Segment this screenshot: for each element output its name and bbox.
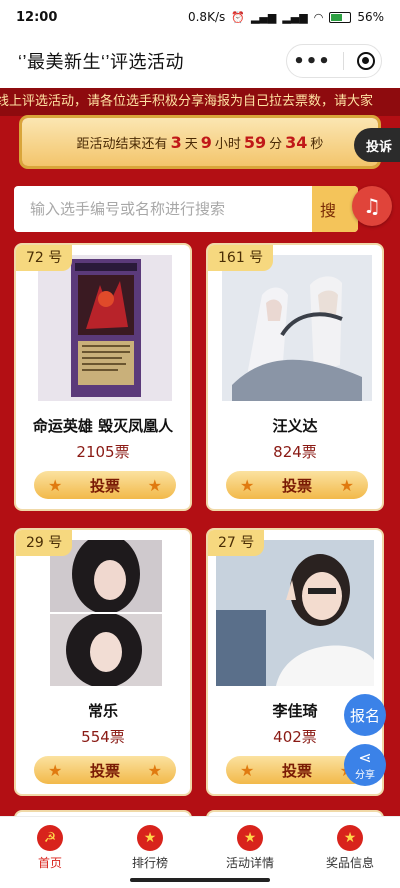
status-time: 12:00 bbox=[16, 9, 58, 25]
flag-icon: ★ bbox=[237, 825, 263, 851]
contestant-card[interactable]: 29 号 常乐 554票 ★ 投票 ★ bbox=[14, 528, 192, 796]
contestant-votes: 554票 bbox=[81, 728, 125, 746]
music-note-icon: ♫ bbox=[363, 194, 381, 218]
home-indicator[interactable] bbox=[130, 878, 270, 882]
close-miniapp-icon[interactable] bbox=[356, 52, 375, 70]
vote-button-label: 投票 bbox=[281, 476, 312, 495]
nav-label: 首页 bbox=[37, 856, 62, 870]
alarm-icon: ⏰ bbox=[231, 10, 245, 24]
contestant-name: 命运英雄 毁灭凤凰人 bbox=[32, 417, 174, 435]
vote-button-label: 投票 bbox=[281, 761, 312, 780]
star-icon: ★ bbox=[48, 760, 63, 780]
miniapp-capsule: ••• bbox=[286, 44, 382, 78]
countdown-prefix: 距活动结束还有 bbox=[76, 136, 168, 152]
battery-percent: 56% bbox=[357, 10, 384, 24]
countdown-hours: 9 bbox=[200, 132, 212, 152]
contestant-photo[interactable] bbox=[50, 540, 162, 686]
contestant-votes: 824票 bbox=[273, 443, 317, 461]
page-title: ‘’最美新生‘’评选活动 bbox=[18, 52, 184, 72]
contestant-photo[interactable] bbox=[38, 255, 172, 401]
contestant-photo[interactable] bbox=[216, 540, 374, 686]
hammer-sickle-icon: ☭ bbox=[37, 825, 63, 851]
title-bar: ‘’最美新生‘’评选活动 ••• bbox=[0, 34, 400, 88]
vote-button[interactable]: ★ 投票 ★ bbox=[34, 471, 176, 499]
share-label: 分享 bbox=[355, 769, 375, 781]
contestant-photo[interactable] bbox=[222, 255, 372, 401]
countdown-days: 3 bbox=[170, 132, 182, 152]
flag-icon: ★ bbox=[337, 825, 363, 851]
share-icon: ⋖ bbox=[358, 747, 372, 767]
nav-label: 排行榜 bbox=[131, 856, 168, 870]
contestant-votes: 2105票 bbox=[76, 443, 130, 461]
star-icon: ★ bbox=[137, 825, 163, 851]
nav-label: 奖品信息 bbox=[325, 856, 374, 870]
search-bar: 搜 bbox=[14, 186, 358, 232]
vote-button[interactable]: ★ 投票 ★ bbox=[34, 756, 176, 784]
search-button[interactable]: 搜 bbox=[312, 186, 358, 232]
contestant-name: 常乐 bbox=[87, 702, 118, 720]
complaint-button[interactable]: 投诉 bbox=[354, 128, 400, 162]
star-icon: ★ bbox=[147, 760, 162, 780]
music-toggle-button[interactable]: ♫ bbox=[352, 186, 392, 226]
vote-button-label: 投票 bbox=[89, 761, 120, 780]
more-icon[interactable]: ••• bbox=[293, 51, 331, 72]
capsule-divider bbox=[343, 52, 345, 70]
signal-icon: ▂▄▆ bbox=[250, 10, 277, 24]
contestant-number: 27 号 bbox=[208, 530, 265, 556]
vote-button[interactable]: ★ 投票 ★ bbox=[226, 471, 368, 499]
share-button[interactable]: ⋖ 分享 bbox=[344, 744, 386, 786]
countdown-days-unit: 天 bbox=[184, 136, 198, 152]
countdown-hours-unit: 小时 bbox=[214, 136, 241, 152]
status-indicators: 0.8K/s ⏰ ▂▄▆ ▂▄▆ ◠ 56% bbox=[188, 10, 384, 24]
countdown-minutes: 59 bbox=[243, 132, 267, 152]
star-icon: ★ bbox=[240, 475, 255, 495]
signup-button[interactable]: 报名 bbox=[344, 694, 386, 736]
star-icon: ★ bbox=[48, 475, 63, 495]
contestant-card[interactable]: 72 号 命运英雄 毁灭凤凰人 2105票 ★ 投票 ★ bbox=[14, 243, 192, 511]
status-bar: 12:00 0.8K/s ⏰ ▂▄▆ ▂▄▆ ◠ 56% bbox=[0, 0, 400, 34]
countdown-banner: 距活动结束还有 3 天 9 小时 59 分 34 秒 bbox=[22, 118, 378, 166]
network-speed: 0.8K/s bbox=[187, 10, 226, 24]
wifi-icon: ◠ bbox=[313, 10, 324, 24]
contestant-number: 29 号 bbox=[16, 530, 73, 556]
star-icon: ★ bbox=[339, 475, 354, 495]
countdown-seconds-unit: 秒 bbox=[310, 136, 324, 152]
star-icon: ★ bbox=[147, 475, 162, 495]
nav-label: 活动详情 bbox=[225, 856, 274, 870]
contestant-number: 161 号 bbox=[208, 245, 274, 271]
battery-icon bbox=[329, 11, 352, 23]
marquee-text: 线上评选活动，请各位选手积极分享海报为自己拉去票数，请大家 bbox=[0, 94, 374, 109]
search-input[interactable] bbox=[14, 186, 312, 232]
star-icon: ★ bbox=[240, 760, 255, 780]
contestant-card[interactable]: 161 号 汪义达 824票 ★ 投票 ★ bbox=[206, 243, 384, 511]
contestant-name: 汪义达 bbox=[272, 417, 318, 435]
vote-button-label: 投票 bbox=[89, 476, 120, 495]
nav-home[interactable]: ☭ 首页 bbox=[0, 817, 100, 888]
nav-prize-info[interactable]: ★ 奖品信息 bbox=[300, 817, 400, 888]
announcement-marquee: 线上评选活动，请各位选手积极分享海报为自己拉去票数，请大家 bbox=[0, 88, 400, 116]
countdown-minutes-unit: 分 bbox=[269, 136, 283, 152]
countdown-seconds: 34 bbox=[285, 132, 308, 152]
signal-icon-2: ▂▄▆ bbox=[282, 10, 308, 24]
contestant-number: 72 号 bbox=[16, 245, 73, 271]
